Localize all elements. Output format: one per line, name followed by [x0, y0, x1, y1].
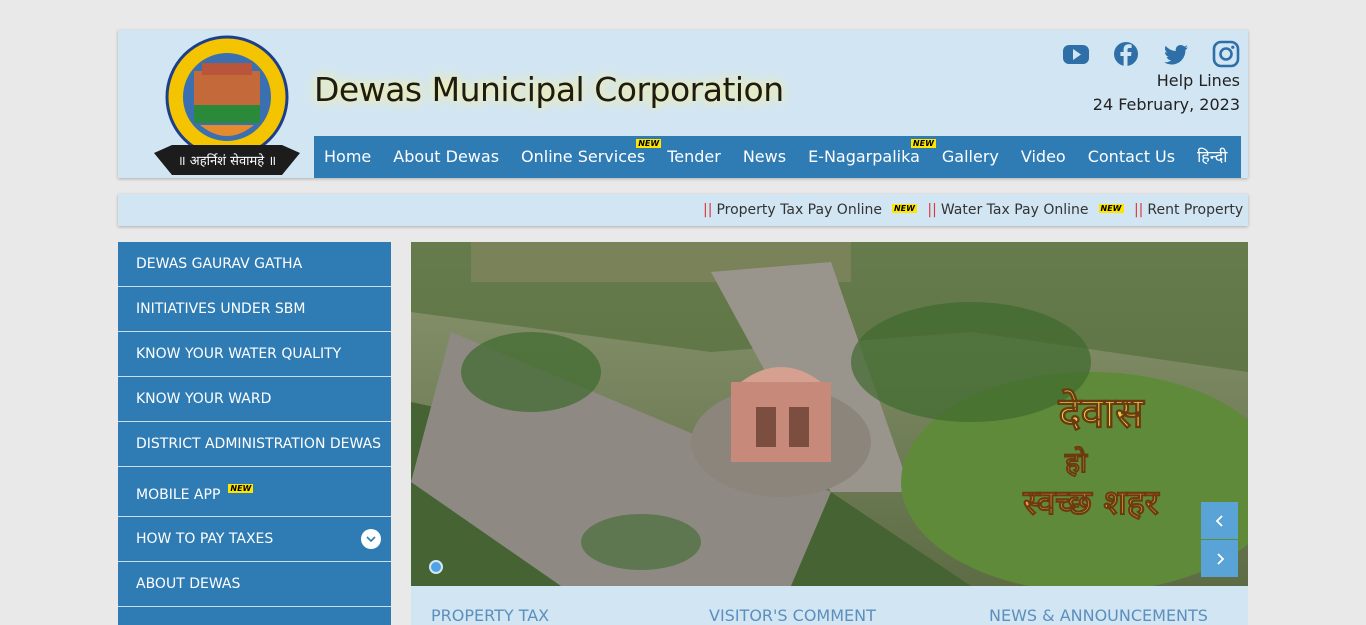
- next-slide-button[interactable]: [1201, 540, 1238, 577]
- sidebar-item-more[interactable]: [118, 607, 391, 625]
- social-links: [1062, 40, 1240, 68]
- sidebar-menu: DEWAS GAURAV GATHA INITIATIVES UNDER SBM…: [118, 242, 391, 625]
- hero-slider: देवास हो स्वच्छ शहर: [411, 242, 1248, 586]
- slide-caption-line2: हो: [1064, 446, 1089, 479]
- twitter-icon[interactable]: [1162, 40, 1190, 68]
- site-title: Dewas Municipal Corporation: [314, 70, 784, 109]
- facebook-icon[interactable]: [1112, 40, 1140, 68]
- info-panels: PROPERTY TAX VISITOR'S COMMENT NEWS & AN…: [411, 586, 1248, 625]
- nav-gallery[interactable]: Gallery: [932, 136, 1011, 178]
- nav-hindi[interactable]: हिन्दी: [1187, 136, 1239, 178]
- nav-e-nagarpalika[interactable]: E-Nagarpalika NEW: [798, 136, 936, 178]
- visitors-comment-heading: VISITOR'S COMMENT: [709, 606, 876, 625]
- slide-caption-line1: देवास: [1058, 388, 1146, 437]
- sidebar-item-how-to-pay-taxes[interactable]: HOW TO PAY TAXES: [118, 517, 391, 562]
- slide-indicator[interactable]: [429, 560, 443, 574]
- sidebar-item-about-dewas[interactable]: ABOUT DEWAS: [118, 562, 391, 607]
- sidebar-item-district-administration[interactable]: DISTRICT ADMINISTRATION DEWAS: [118, 422, 391, 467]
- sidebar-item-dewas-gaurav-gatha[interactable]: DEWAS GAURAV GATHA: [118, 242, 391, 287]
- youtube-icon[interactable]: [1062, 40, 1090, 68]
- ticker-item-water-tax[interactable]: Water Tax Pay Online: [941, 202, 1089, 218]
- nav-contact-us[interactable]: Contact Us: [1078, 136, 1187, 178]
- property-tax-heading: PROPERTY TAX: [431, 606, 550, 625]
- nav-online-services[interactable]: Online Services NEW: [511, 136, 662, 178]
- new-badge: NEW: [1098, 204, 1124, 213]
- prev-slide-button[interactable]: [1201, 502, 1238, 539]
- sidebar-item-know-your-ward[interactable]: KNOW YOUR WARD: [118, 377, 391, 422]
- site-header: ॥ अहर्निशं सेवामहे ॥ Dewas Municipal Cor…: [118, 30, 1248, 178]
- ticker-separator: ||: [927, 202, 937, 218]
- chevron-right-icon: [1216, 552, 1224, 565]
- slide-caption-line3: स्वच्छ शहर: [1022, 483, 1159, 523]
- slide-image: देवास हो स्वच्छ शहर: [411, 242, 1248, 586]
- ticker-item-rent-property[interactable]: Rent Property Pay Online: [1147, 202, 1248, 218]
- nav-about-dewas[interactable]: About Dewas: [383, 136, 511, 178]
- news-announcements-heading: NEWS & ANNOUNCEMENTS: [989, 606, 1208, 625]
- instagram-icon[interactable]: [1212, 40, 1240, 68]
- nav-home[interactable]: Home: [314, 136, 383, 178]
- chevron-left-icon: [1215, 514, 1223, 527]
- ticker-separator: ||: [703, 202, 713, 218]
- nav-tender[interactable]: Tender: [657, 136, 733, 178]
- corporation-logo[interactable]: ॥ अहर्निशं सेवामहे ॥: [152, 35, 302, 177]
- sidebar-item-mobile-app[interactable]: MOBILE APP NEW: [118, 467, 391, 517]
- nav-video[interactable]: Video: [1011, 136, 1078, 178]
- help-lines-link[interactable]: Help Lines: [1157, 71, 1240, 90]
- new-badge: NEW: [228, 484, 254, 493]
- ticker-separator: ||: [1133, 202, 1144, 218]
- chevron-down-icon[interactable]: [361, 529, 381, 549]
- nav-news[interactable]: News: [733, 136, 798, 178]
- main-nav: Home About Dewas Online Services NEW Tend…: [314, 136, 1241, 178]
- news-ticker: || Property Tax Pay Online NEW || Water Tax…: [118, 194, 1248, 226]
- sidebar-item-water-quality[interactable]: KNOW YOUR WATER QUALITY: [118, 332, 391, 377]
- current-date: 24 February, 2023: [1092, 95, 1240, 114]
- ticker-item-property-tax[interactable]: Property Tax Pay Online: [716, 202, 882, 218]
- sidebar-item-initiatives-sbm[interactable]: INITIATIVES UNDER SBM: [118, 287, 391, 332]
- svg-text:॥ अहर्निशं सेवामहे ॥: ॥ अहर्निशं सेवामहे ॥: [178, 153, 276, 169]
- new-badge: NEW: [891, 204, 917, 213]
